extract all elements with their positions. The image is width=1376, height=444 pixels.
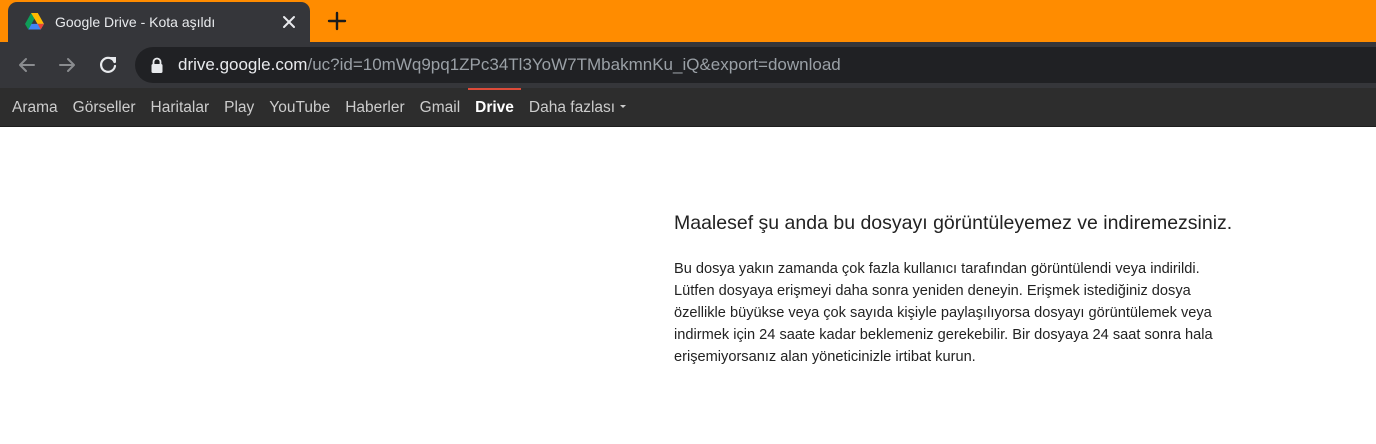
lock-icon[interactable]: [150, 57, 164, 74]
gbar-item-arama[interactable]: Arama: [0, 88, 65, 127]
google-drive-logo-icon: [25, 13, 44, 30]
gbar-item-play[interactable]: Play: [217, 88, 262, 127]
url-host: drive.google.com: [178, 55, 308, 74]
google-bar: Arama Görseller Haritalar Play YouTube H…: [0, 88, 1376, 127]
url-text[interactable]: drive.google.com/uc?id=10mWq9pq1ZPc34Tl3…: [178, 55, 841, 75]
caret-down-icon: [620, 105, 627, 109]
gbar-item-drive[interactable]: Drive: [467, 88, 522, 127]
gbar-more-label: Daha fazlası: [528, 99, 616, 116]
gbar-item-gmail[interactable]: Gmail: [412, 88, 467, 127]
gbar-item-haritalar[interactable]: Haritalar: [143, 88, 217, 127]
error-content: Maalesef şu anda bu dosyayı görüntüleyem…: [674, 210, 1274, 368]
gbar-item-gorseller[interactable]: Görseller: [65, 88, 143, 127]
arrow-left-icon[interactable]: [15, 53, 39, 77]
arrow-right-icon[interactable]: [55, 53, 79, 77]
close-icon[interactable]: [278, 11, 300, 33]
gbar-item-more[interactable]: Daha fazlası: [521, 88, 633, 127]
address-bar[interactable]: drive.google.com/uc?id=10mWq9pq1ZPc34Tl3…: [135, 47, 1376, 83]
google-bar-items: Arama Görseller Haritalar Play YouTube H…: [0, 88, 634, 127]
error-heading: Maalesef şu anda bu dosyayı görüntüleyem…: [674, 212, 1233, 234]
browser-tab-active[interactable]: Google Drive - Kota aşıldı: [8, 2, 310, 42]
url-path: /uc?id=10mWq9pq1ZPc34Tl3YoW7TMbakmnKu_iQ…: [307, 55, 841, 74]
tab-title: Google Drive - Kota aşıldı: [55, 14, 216, 30]
browser-toolbar: drive.google.com/uc?id=10mWq9pq1ZPc34Tl3…: [0, 42, 1376, 88]
gbar-item-youtube[interactable]: YouTube: [262, 88, 338, 127]
browser-tab-strip: Google Drive - Kota aşıldı: [0, 0, 1376, 42]
reload-icon[interactable]: [96, 53, 120, 77]
error-message: Bu dosya yakın zamanda çok fazla kullanı…: [674, 261, 1213, 365]
gbar-item-haberler[interactable]: Haberler: [338, 88, 412, 127]
plus-icon[interactable]: [325, 9, 349, 33]
